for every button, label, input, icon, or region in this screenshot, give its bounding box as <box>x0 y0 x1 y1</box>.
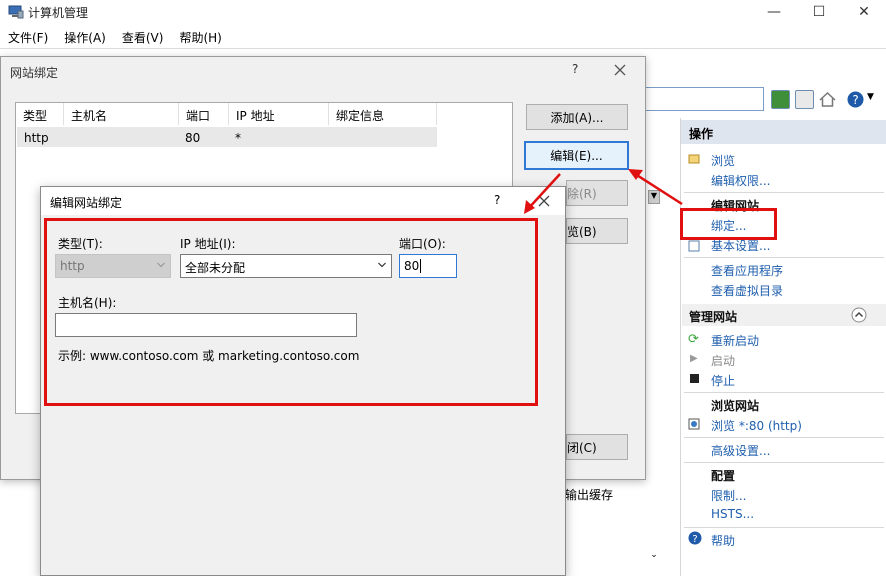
annotation-arrows <box>524 169 683 214</box>
browse-globe-icon <box>688 418 700 430</box>
output-cache-label: 输出缓存 <box>565 488 614 502</box>
column-header-port[interactable]: 端口 <box>179 103 229 125</box>
help-circle-icon: ? <box>688 531 702 545</box>
maximize-button[interactable]: ☐ <box>797 0 841 24</box>
menu-bar: 文件(F) 操作(A) 查看(V) 帮助(H) <box>0 26 886 48</box>
window-title: 计算机管理 <box>28 6 89 20</box>
svg-text:?: ? <box>692 534 697 545</box>
action-edit-permissions[interactable]: 编辑权限... <box>711 172 770 189</box>
add-binding-button[interactable]: 添加(A)... <box>526 104 628 130</box>
close-dialog-button[interactable]: 闭(C) <box>566 434 628 460</box>
section-manage-site: 管理网站 <box>689 310 738 324</box>
action-help[interactable]: 帮助 <box>711 532 735 549</box>
go-icon[interactable] <box>771 90 790 109</box>
minimize-button[interactable]: — <box>752 0 796 24</box>
computer-management-icon <box>8 5 24 19</box>
divider <box>684 192 884 193</box>
divider <box>684 462 884 463</box>
column-header-type[interactable]: 类型 <box>16 103 64 125</box>
close-icon[interactable] <box>614 64 626 76</box>
column-header-host[interactable]: 主机名 <box>64 103 179 125</box>
edit-binding-title: 编辑网站绑定 <box>50 196 123 210</box>
actions-pane-header: 操作 <box>681 120 886 144</box>
menu-action[interactable]: 操作(A) <box>56 26 114 48</box>
site-bindings-help-button[interactable]: ? <box>572 62 578 76</box>
action-restart[interactable]: 重新启动 <box>711 332 759 349</box>
settings-icon <box>688 240 700 252</box>
action-browse[interactable]: 浏览 <box>711 152 735 169</box>
site-bindings-title: 网站绑定 <box>10 66 59 80</box>
close-window-button[interactable]: ✕ <box>842 0 886 24</box>
column-header-ip[interactable]: IP 地址 <box>229 103 329 125</box>
svg-text:?: ? <box>852 93 858 107</box>
section-browse-site: 浏览网站 <box>711 399 760 413</box>
cell-type: http <box>24 131 49 145</box>
divider <box>684 392 884 393</box>
start-icon: ▶ <box>690 353 698 364</box>
home-icon[interactable] <box>818 90 837 109</box>
menu-file[interactable]: 文件(F) <box>0 26 56 48</box>
action-hsts[interactable]: HSTS... <box>711 507 754 521</box>
action-browse-80[interactable]: 浏览 *:80 (http) <box>711 417 802 434</box>
action-advanced-settings[interactable]: 高级设置... <box>711 442 770 459</box>
divider <box>684 257 884 258</box>
collapse-icon[interactable] <box>851 307 867 323</box>
annotation-box-edit-dialog <box>44 218 538 406</box>
action-view-virtual-dirs[interactable]: 查看虚拟目录 <box>711 282 783 299</box>
menu-view[interactable]: 查看(V) <box>114 26 172 48</box>
action-view-applications[interactable]: 查看应用程序 <box>711 262 783 279</box>
annotation-box-bindings <box>680 208 777 240</box>
menu-help[interactable]: 帮助(H) <box>171 26 229 48</box>
action-start: 启动 <box>711 354 736 368</box>
help-icon[interactable]: ? <box>846 90 865 109</box>
cell-port: 80 <box>185 131 201 145</box>
scroll-end-icon[interactable]: ⌄ <box>648 550 660 564</box>
action-stop[interactable]: 停止 <box>711 372 735 389</box>
address-bar[interactable] <box>640 87 764 111</box>
column-header-info[interactable]: 绑定信息 <box>329 103 437 125</box>
cell-ip: * <box>235 131 241 145</box>
section-config: 配置 <box>711 469 736 483</box>
stop-site-icon <box>690 374 699 383</box>
left-pane-edge <box>0 478 42 576</box>
browse-binding-button[interactable]: 览(B) <box>566 218 628 244</box>
stop-icon[interactable] <box>795 90 814 109</box>
divider <box>684 527 884 528</box>
table-row[interactable] <box>17 127 437 147</box>
help-dropdown-icon[interactable]: ▼ <box>867 92 874 102</box>
divider <box>684 437 884 438</box>
edit-binding-help-button[interactable]: ? <box>494 193 500 207</box>
restart-icon: ⟳ <box>688 332 699 347</box>
action-limits[interactable]: 限制... <box>711 487 746 504</box>
